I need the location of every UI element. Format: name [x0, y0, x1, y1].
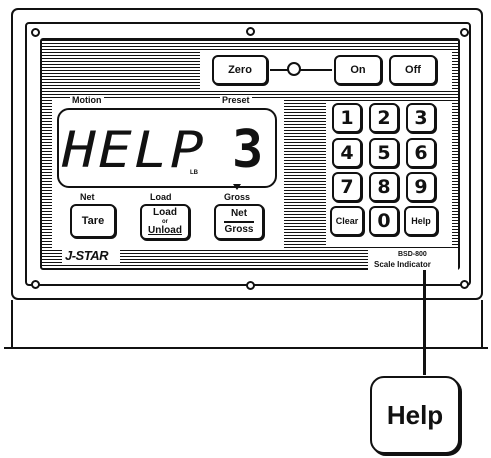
connector-line: [300, 69, 332, 71]
net-gross-bottom-label: Gross: [224, 223, 254, 235]
keypad-key-0[interactable]: 0: [369, 206, 399, 236]
off-button[interactable]: Off: [389, 55, 437, 85]
screw-icon: [31, 28, 40, 37]
keypad-help-button[interactable]: Help: [404, 206, 438, 236]
keypad-key-6[interactable]: 6: [406, 138, 436, 168]
keypad-key-1[interactable]: 1: [332, 103, 362, 133]
display-digit: 3: [232, 120, 264, 180]
keypad-key-2[interactable]: 2: [369, 103, 399, 133]
motion-label: Motion: [70, 95, 104, 106]
screw-icon: [460, 280, 469, 289]
keypad-clear-button[interactable]: Clear: [330, 206, 364, 236]
preset-label: Preset: [220, 95, 252, 106]
net-gross-button[interactable]: Net Gross: [214, 204, 264, 240]
power-led-icon: [287, 62, 301, 76]
model-name: Scale Indicator: [374, 260, 431, 269]
connector-line: [270, 69, 288, 71]
keypad-key-8[interactable]: 8: [369, 172, 399, 202]
screw-icon: [460, 28, 469, 37]
screw-icon: [246, 281, 255, 290]
base-line: [4, 347, 488, 349]
help-callout-button: Help: [370, 376, 460, 454]
load-unload-top-label: Load: [153, 207, 177, 218]
net-label: Net: [78, 192, 97, 203]
model-code: BSD-800: [398, 251, 427, 258]
brand-logo: J-STAR: [65, 248, 108, 263]
keypad-key-5[interactable]: 5: [369, 138, 399, 168]
keypad-key-9[interactable]: 9: [406, 172, 436, 202]
net-gross-top-label: Net: [230, 208, 248, 220]
gross-label: Gross: [222, 192, 253, 203]
screw-icon: [31, 280, 40, 289]
keypad-key-3[interactable]: 3: [406, 103, 436, 133]
lower-housing: [11, 300, 483, 348]
screw-icon: [246, 27, 255, 36]
keypad-key-4[interactable]: 4: [332, 138, 362, 168]
display-readout: HELP: [62, 121, 206, 179]
keypad-key-7[interactable]: 7: [332, 172, 362, 202]
zero-button[interactable]: Zero: [212, 55, 268, 85]
net-gross-divider: [224, 221, 254, 223]
diagram-stage: Zero On Off Motion Preset HELP 3 LB Net …: [0, 0, 491, 458]
load-label: Load: [148, 192, 174, 203]
callout-line: [423, 270, 426, 375]
on-button[interactable]: On: [334, 55, 382, 85]
display-unit-mark: LB: [190, 170, 198, 176]
load-unload-bottom-label: Unload: [148, 225, 182, 236]
preset-indicator-icon: [233, 184, 241, 190]
load-unload-button[interactable]: Load or Unload: [140, 204, 190, 240]
tare-button[interactable]: Tare: [70, 204, 116, 238]
